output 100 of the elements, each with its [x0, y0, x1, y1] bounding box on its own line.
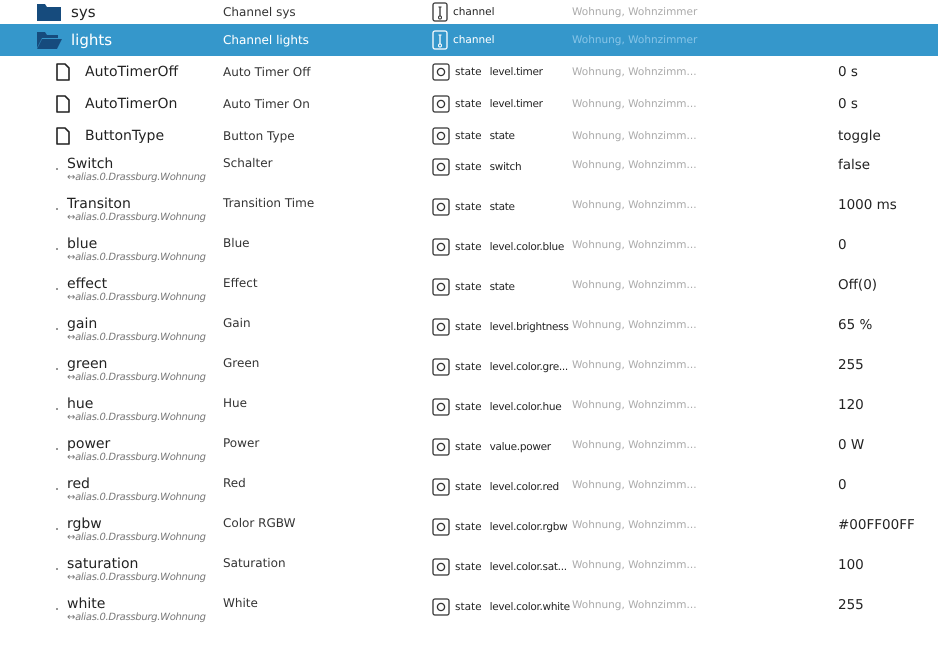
folder-icon[interactable]: [36, 2, 62, 22]
tree-row[interactable]: saturation ↔alias.0.Drassburg.Wohnung Saturation state level.color.sat... Wohnung, Wohnzimm... 100: [0, 552, 938, 592]
object-type: state: [455, 561, 482, 573]
object-role: level.timer: [490, 98, 543, 110]
object-role: level.timer: [490, 66, 543, 78]
object-value: 120: [838, 396, 864, 413]
tree-row[interactable]: Switch ↔alias.0.Drassburg.Wohnung Schalter state switch Wohnung, Wohnzimm... false: [0, 152, 938, 192]
object-type: state: [455, 161, 482, 173]
tree-row[interactable]: AutoTimerOff Auto Timer Off state level.timer Wohnung, Wohnzimm... 0 s: [0, 56, 938, 88]
object-type: state: [455, 241, 482, 253]
tree-row[interactable]: red ↔alias.0.Drassburg.Wohnung Red state level.color.red Wohnung, Wohnzimm... 0: [0, 472, 938, 512]
object-description: Green: [222, 356, 260, 370]
object-type: state: [455, 361, 482, 373]
object-description: Power: [222, 436, 260, 450]
state-icon: [432, 398, 450, 416]
file-icon: [56, 63, 70, 81]
object-description: Auto Timer On: [222, 97, 311, 111]
tree-row[interactable]: ButtonType Button Type state state Wohnung, Wohnzimm... toggle: [0, 120, 938, 152]
object-description: Channel sys: [222, 5, 297, 19]
object-value: 255: [838, 596, 864, 613]
object-name: effect: [67, 276, 108, 292]
object-type: state: [455, 130, 482, 142]
state-icon: [432, 598, 450, 616]
object-type: state: [455, 481, 482, 493]
object-name: AutoTimerOff: [85, 64, 178, 80]
state-icon: [432, 198, 450, 216]
tree-row[interactable]: white ↔alias.0.Drassburg.Wohnung White state level.color.white Wohnung, Wohnzimm... 255: [0, 592, 938, 632]
object-room: Wohnung, Wohnzimm...: [572, 358, 698, 371]
object-room: Wohnung, Wohnzimm...: [572, 158, 698, 171]
object-value: 0 s: [838, 64, 858, 80]
object-type: state: [455, 441, 482, 453]
tree-row[interactable]: hue ↔alias.0.Drassburg.Wohnung Hue state level.color.hue Wohnung, Wohnzimm... 120: [0, 392, 938, 432]
object-value: 255: [838, 356, 864, 373]
object-role: level.color.gre...: [490, 361, 568, 373]
tree-row[interactable]: gain ↔alias.0.Drassburg.Wohnung Gain state level.brightness Wohnung, Wohnzimm... 65 %: [0, 312, 938, 352]
object-description: Blue: [222, 236, 251, 250]
object-value: Off(0): [838, 276, 878, 293]
object-role: level.color.white: [490, 601, 570, 613]
object-room: Wohnung, Wohnzimm...: [572, 598, 698, 611]
tree-row[interactable]: effect ↔alias.0.Drassburg.Wohnung Effect state state Wohnung, Wohnzimm... Off(0): [0, 272, 938, 312]
object-value: false: [838, 156, 870, 173]
object-role: value.power: [490, 441, 551, 453]
object-type: state: [455, 98, 482, 110]
object-description: Red: [222, 476, 247, 490]
object-room: Wohnung, Wohnzimm...: [572, 478, 698, 491]
state-icon: [432, 438, 450, 456]
alias-path: ↔alias.0.Drassburg.Wohnung: [67, 532, 206, 543]
object-name: rgbw: [67, 516, 103, 532]
state-icon: [432, 238, 450, 256]
open-folder-icon[interactable]: [36, 30, 62, 50]
object-description: Schalter: [222, 156, 274, 170]
object-role: level.color.hue: [490, 401, 562, 413]
tree-row[interactable]: Transiton ↔alias.0.Drassburg.Wohnung Transition Time state state Wohnung, Wohnzimm... 1000 ms: [0, 192, 938, 232]
object-description: Hue: [222, 396, 248, 410]
tree-row[interactable]: rgbw ↔alias.0.Drassburg.Wohnung Color RGBW state level.color.rgbw Wohnung, Wohnzimm... #00FF00FF: [0, 512, 938, 552]
object-room: Wohnung, Wohnzimm...: [572, 198, 698, 211]
object-role: level.color.rgbw: [490, 521, 568, 533]
object-name: sys: [71, 3, 96, 21]
alias-path: ↔alias.0.Drassburg.Wohnung: [67, 452, 206, 463]
tree-row[interactable]: blue ↔alias.0.Drassburg.Wohnung Blue state level.color.blue Wohnung, Wohnzimm... 0: [0, 232, 938, 272]
object-name: power: [67, 436, 112, 452]
alias-path: ↔alias.0.Drassburg.Wohnung: [67, 252, 206, 263]
object-value: 100: [838, 556, 864, 573]
object-description: Transition Time: [222, 196, 316, 210]
object-description: Gain: [222, 316, 252, 330]
object-type: state: [455, 201, 482, 213]
object-description: Color RGBW: [222, 516, 296, 530]
object-room: Wohnung, Wohnzimm...: [572, 398, 698, 411]
tree-row[interactable]: AutoTimerOn Auto Timer On state level.timer Wohnung, Wohnzimm... 0 s: [0, 88, 938, 120]
object-role: state: [490, 281, 515, 293]
alias-path: ↔alias.0.Drassburg.Wohnung: [67, 612, 206, 623]
state-icon: [432, 478, 450, 496]
object-name: red: [67, 476, 91, 492]
object-description: Button Type: [222, 129, 296, 143]
object-name: lights: [71, 31, 112, 49]
state-icon: [432, 278, 450, 296]
alias-path: ↔alias.0.Drassburg.Wohnung: [67, 492, 206, 503]
tree-row[interactable]: green ↔alias.0.Drassburg.Wohnung Green state level.color.gre... Wohnung, Wohnzimm... 255: [0, 352, 938, 392]
object-type: channel: [453, 34, 495, 46]
object-type: state: [455, 66, 482, 78]
file-icon: [56, 127, 70, 145]
object-role: state: [490, 201, 515, 213]
tree-row[interactable]: power ↔alias.0.Drassburg.Wohnung Power state value.power Wohnung, Wohnzimm... 0 W: [0, 432, 938, 472]
alias-path: ↔alias.0.Drassburg.Wohnung: [67, 172, 206, 183]
object-description: Channel lights: [222, 33, 310, 47]
alias-path: ↔alias.0.Drassburg.Wohnung: [67, 212, 206, 223]
state-icon: [432, 518, 450, 536]
object-type: state: [455, 401, 482, 413]
object-type: channel: [453, 6, 495, 18]
object-value: 1000 ms: [838, 196, 897, 213]
object-room: Wohnung, Wohnzimm...: [572, 318, 698, 331]
tree-row[interactable]: sys Channel sys channel Wohnung, Wohnzimmer: [0, 0, 938, 24]
object-room: Wohnung, Wohnzimm...: [572, 98, 698, 110]
object-role: level.color.red: [490, 481, 559, 493]
alias-path: ↔alias.0.Drassburg.Wohnung: [67, 292, 206, 303]
object-name: saturation: [67, 556, 140, 572]
object-value: 65 %: [838, 316, 872, 333]
object-value: 0 s: [838, 96, 858, 112]
alias-path: ↔alias.0.Drassburg.Wohnung: [67, 332, 206, 343]
object-description: White: [222, 596, 259, 610]
